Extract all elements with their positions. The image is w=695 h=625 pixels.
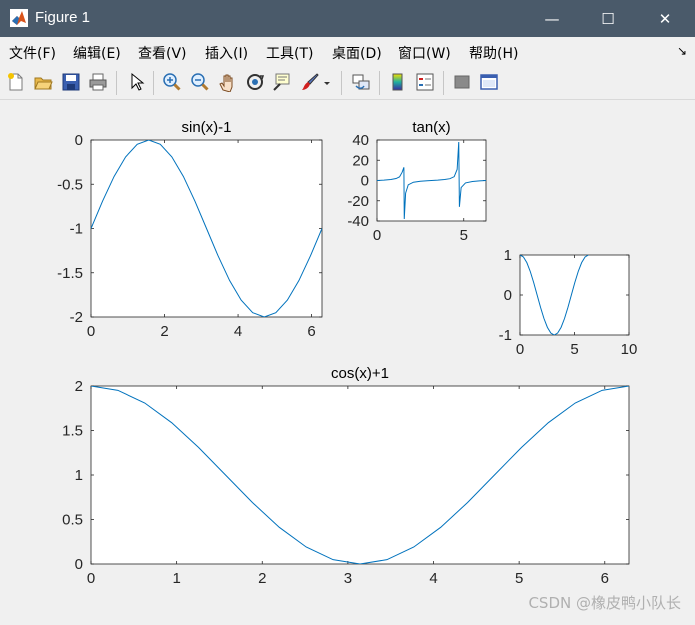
x-tick-label: 5: [460, 227, 468, 244]
y-tick-label: -1: [70, 221, 83, 238]
axes-2[interactable]: 0 540200-20-40tan(x): [347, 119, 487, 244]
y-tick-label: 20: [352, 152, 369, 169]
toolbar: [0, 65, 695, 100]
x-tick-label: 5: [515, 570, 523, 587]
axes-3[interactable]: 0 5 1010-1: [499, 247, 638, 358]
y-tick-label: -1.5: [57, 265, 83, 282]
x-tick-label: 0: [373, 227, 381, 244]
y-tick-label: 1.5: [62, 423, 83, 440]
y-tick-label: 0.5: [62, 512, 83, 529]
menu-file[interactable]: 文件(F): [9, 43, 56, 63]
y-tick-label: 0: [504, 287, 512, 304]
x-tick-label: 0: [516, 341, 524, 358]
menu-insert[interactable]: 插入(I): [205, 43, 248, 63]
x-tick-label: 3: [344, 570, 352, 587]
axes-4[interactable]: 0 1 2 3 4 5 6 2 1.5 1 0.5 0 cos(x)+1: [62, 365, 630, 587]
print-icon[interactable]: [88, 72, 108, 92]
zoom-out-icon[interactable]: [190, 72, 210, 92]
save-icon[interactable]: [61, 72, 81, 92]
y-tick-label: 2: [75, 378, 83, 395]
x-tick-label: 4: [234, 323, 242, 340]
watermark: CSDN @橡皮鸭小队长: [528, 594, 681, 612]
toolbar-separator: [116, 71, 117, 95]
y-tick-label: 0: [75, 556, 83, 573]
axes-title: sin(x)-1: [181, 119, 231, 136]
legend-icon[interactable]: [415, 72, 435, 92]
axes-box: [90, 385, 630, 565]
matlab-logo-icon: [10, 9, 28, 27]
brush-icon[interactable]: [300, 72, 320, 92]
pan-hand-icon[interactable]: [217, 72, 237, 92]
y-tick-label: -0.5: [57, 176, 83, 193]
y-tick-label: 1: [75, 467, 83, 484]
axes-title: tan(x): [412, 119, 450, 136]
dock-arrow-icon[interactable]: ↘: [677, 44, 687, 58]
x-tick-label: 6: [601, 570, 609, 587]
menu-help[interactable]: 帮助(H): [469, 43, 518, 63]
minimize-icon: —: [544, 9, 560, 28]
select-arrow-icon[interactable]: [126, 72, 146, 92]
close-icon: ✕: [658, 9, 672, 28]
axes-box: [519, 254, 630, 336]
x-tick-label: 0: [87, 570, 95, 587]
colorbar-icon[interactable]: [388, 72, 408, 92]
x-tick-label: 1: [172, 570, 180, 587]
x-tick-label: 0: [87, 323, 95, 340]
brush-dropdown-icon[interactable]: [322, 72, 332, 92]
y-tick-label: -1: [499, 327, 512, 344]
x-tick-label: 2: [160, 323, 168, 340]
show-plot-tools-icon[interactable]: [479, 72, 499, 92]
toolbar-separator: [341, 71, 342, 95]
zoom-in-icon[interactable]: [162, 72, 182, 92]
toolbar-separator: [153, 71, 154, 95]
title-bar: Figure 1 — ☐ ✕: [0, 0, 695, 37]
maximize-button[interactable]: ☐: [585, 0, 631, 37]
menu-view[interactable]: 查看(V): [138, 43, 187, 63]
new-figure-icon[interactable]: [6, 72, 26, 92]
toolbar-separator: [443, 71, 444, 95]
menu-edit[interactable]: 编辑(E): [73, 43, 121, 63]
x-tick-label: 2: [258, 570, 266, 587]
y-tick-label: 40: [352, 132, 369, 149]
y-tick-label: 0: [361, 173, 369, 190]
figure-plots[interactable]: 0 2 4 60-0.5-1-1.5-2sin(x)-10 540200-20-40ta…: [0, 100, 695, 621]
y-tick-label: -40: [347, 213, 369, 230]
open-file-icon[interactable]: [33, 72, 53, 92]
x-tick-label: 4: [429, 570, 437, 587]
minimize-button[interactable]: —: [529, 0, 575, 37]
x-tick-label: 5: [570, 341, 578, 358]
y-tick-label: -2: [70, 309, 83, 326]
close-button[interactable]: ✕: [642, 0, 688, 37]
menu-tools[interactable]: 工具(T): [266, 43, 313, 63]
menu-desktop[interactable]: 桌面(D): [332, 43, 382, 63]
y-tick-label: 0: [75, 132, 83, 149]
x-tick-label: 6: [307, 323, 315, 340]
axes-1[interactable]: 0 2 4 6 0 -0.5 -1 -1.5 -2 sin(x)-1: [57, 119, 323, 340]
maximize-icon: ☐: [601, 9, 615, 28]
window-title: Figure 1: [35, 9, 91, 26]
y-tick-label: 1: [504, 247, 512, 264]
axes-title: cos(x)+1: [331, 365, 389, 382]
menu-window[interactable]: 窗口(W): [398, 43, 451, 63]
menu-bar: 文件(F) 编辑(E) 查看(V) 插入(I) 工具(T) 桌面(D) 窗口(W…: [0, 37, 695, 65]
y-tick-label: -20: [347, 193, 369, 210]
hide-plot-tools-icon[interactable]: [452, 72, 472, 92]
rotate-3d-icon[interactable]: [245, 72, 265, 92]
x-tick-label: 10: [621, 341, 638, 358]
link-plot-icon[interactable]: [351, 72, 371, 92]
figure-canvas: 0 2 4 6 0 -0.5 -1 -1.5 -2 sin(x)-1 0 5 40 20 0 -20 -40 ta…: [0, 100, 695, 621]
data-cursor-icon[interactable]: [272, 72, 292, 92]
toolbar-separator: [379, 71, 380, 95]
